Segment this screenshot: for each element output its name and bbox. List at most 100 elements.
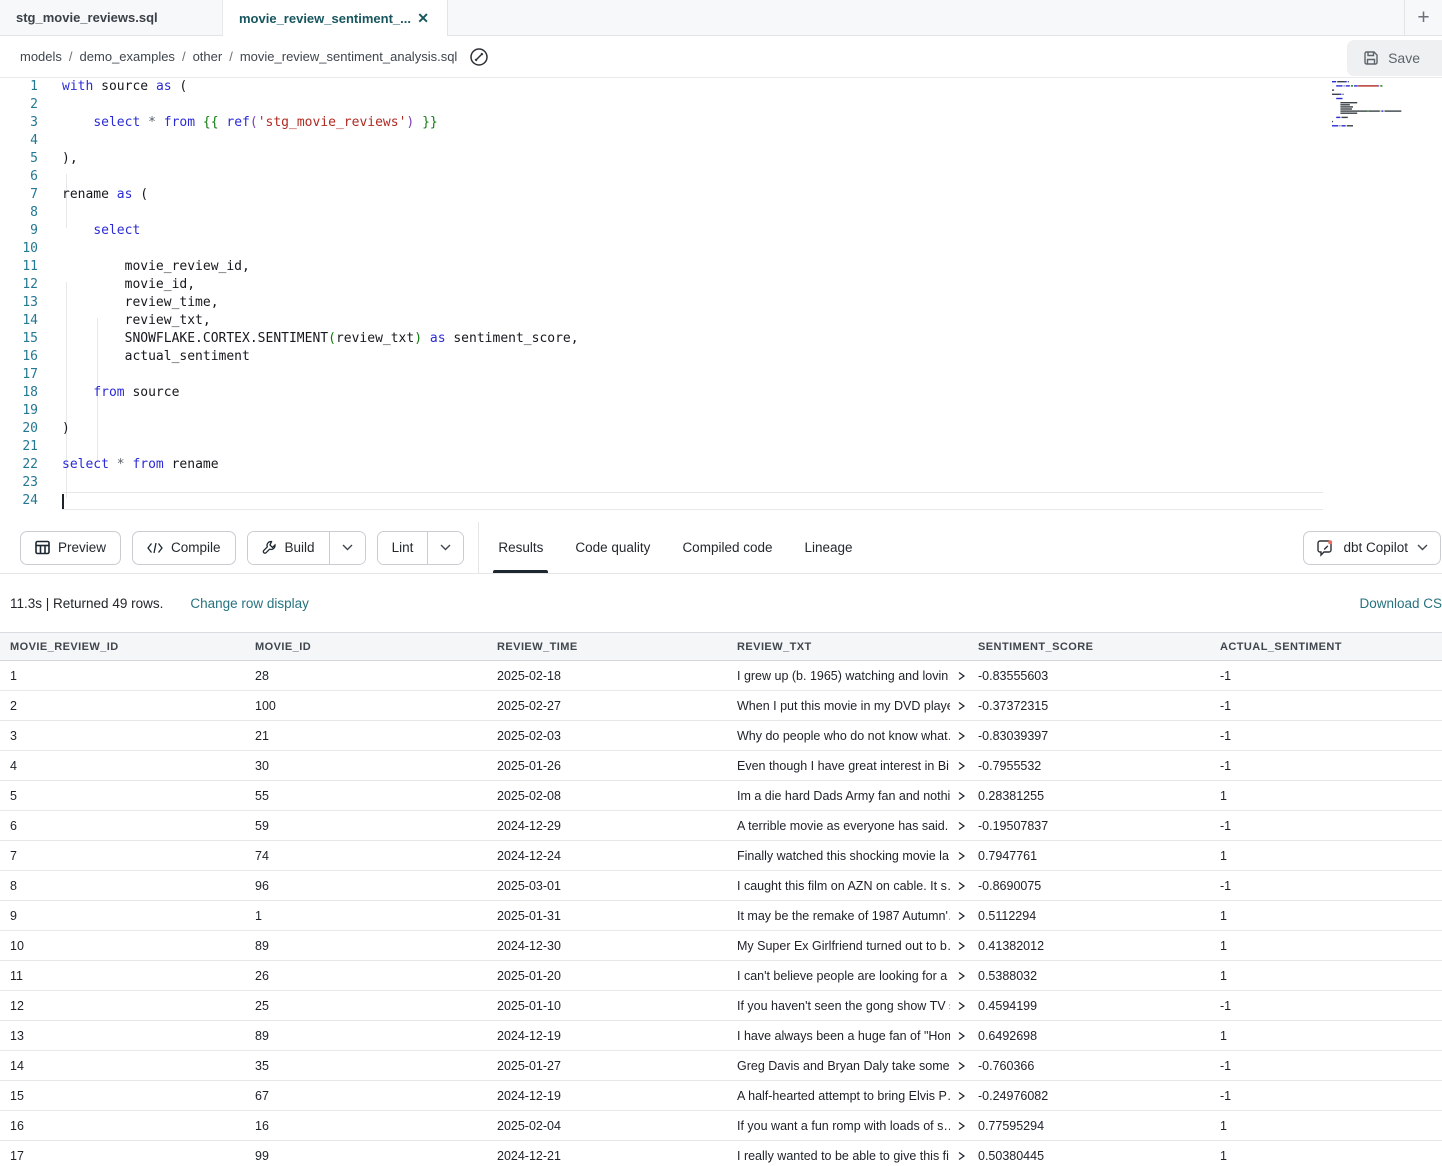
expand-cell-icon[interactable] xyxy=(957,1031,966,1041)
code-line[interactable]: from source xyxy=(62,384,579,402)
tab-lineage[interactable]: Lineage xyxy=(789,522,869,573)
preview-button[interactable]: Preview xyxy=(20,531,121,565)
close-tab-icon[interactable]: ✕ xyxy=(415,11,431,25)
expand-cell-icon[interactable] xyxy=(957,1121,966,1131)
code-line[interactable]: SNOWFLAKE.CORTEX.SENTIMENT(review_txt) a… xyxy=(62,330,579,348)
expand-cell-icon[interactable] xyxy=(957,911,966,921)
cell: 2 xyxy=(0,691,245,721)
code-line[interactable] xyxy=(62,132,579,150)
cell: -1 xyxy=(1210,1051,1442,1081)
code-line[interactable]: with source as ( xyxy=(62,78,579,96)
code-line[interactable] xyxy=(62,168,579,186)
code-line[interactable] xyxy=(62,402,579,420)
cell: 2024-12-24 xyxy=(487,841,727,871)
new-tab-button[interactable]: + xyxy=(1404,0,1442,35)
code-line[interactable]: select * from {{ ref('stg_movie_reviews'… xyxy=(62,114,579,132)
tab-compiled-code[interactable]: Compiled code xyxy=(666,522,788,573)
tab-stg-movie-reviews[interactable]: stg_movie_reviews.sql xyxy=(0,0,223,35)
code-line[interactable]: rename as ( xyxy=(62,186,579,204)
line-number: 14 xyxy=(0,312,38,330)
cell: 0.77595294 xyxy=(968,1111,1210,1141)
lint-dropdown-button[interactable] xyxy=(427,532,463,564)
tab-results[interactable]: Results xyxy=(482,522,559,573)
editor-minimap[interactable] xyxy=(1330,78,1406,132)
cell: 2025-02-27 xyxy=(487,691,727,721)
compile-button[interactable]: Compile xyxy=(132,531,236,565)
code-line[interactable] xyxy=(62,492,579,510)
cell-review-txt: When I put this movie in my DVD playe… xyxy=(727,691,968,721)
cell: 0.5388032 xyxy=(968,961,1210,991)
dbt-copilot-button[interactable]: dbt Copilot xyxy=(1303,531,1441,565)
expand-cell-icon[interactable] xyxy=(957,731,966,741)
expand-cell-icon[interactable] xyxy=(957,701,966,711)
review-text: If you want a fun romp with loads of s… xyxy=(737,1119,950,1133)
table-row: 21002025-02-27When I put this movie in m… xyxy=(0,691,1442,721)
code-line[interactable]: ), xyxy=(62,150,579,168)
table-row: 5552025-02-08Im a die hard Dads Army fan… xyxy=(0,781,1442,811)
expand-cell-icon[interactable] xyxy=(957,791,966,801)
line-number: 24 xyxy=(0,492,38,510)
breadcrumb-segment: other xyxy=(193,49,223,64)
cell: 2025-01-27 xyxy=(487,1051,727,1081)
code-line[interactable] xyxy=(62,474,579,492)
expand-cell-icon[interactable] xyxy=(957,821,966,831)
code-line[interactable]: ) xyxy=(62,420,579,438)
line-number: 3 xyxy=(0,114,38,132)
code-line[interactable]: movie_id, xyxy=(62,276,579,294)
cell: 99 xyxy=(245,1141,487,1166)
cell: 13 xyxy=(0,1021,245,1051)
cell: 2025-03-01 xyxy=(487,871,727,901)
expand-cell-icon[interactable] xyxy=(957,881,966,891)
code-line[interactable]: select xyxy=(62,222,579,240)
line-number: 21 xyxy=(0,438,38,456)
expand-cell-icon[interactable] xyxy=(957,1001,966,1011)
cell: -0.24976082 xyxy=(968,1081,1210,1111)
line-number: 7 xyxy=(0,186,38,204)
cell: -1 xyxy=(1210,811,1442,841)
expand-cell-icon[interactable] xyxy=(957,671,966,681)
code-line[interactable] xyxy=(62,204,579,222)
expand-cell-icon[interactable] xyxy=(957,941,966,951)
expand-cell-icon[interactable] xyxy=(957,1151,966,1161)
save-button[interactable]: Save xyxy=(1347,40,1442,76)
code-line[interactable]: actual_sentiment xyxy=(62,348,579,366)
cell: 2025-02-04 xyxy=(487,1111,727,1141)
plus-icon: + xyxy=(1417,6,1429,30)
code-line[interactable] xyxy=(62,366,579,384)
line-number-gutter: 123456789101112131415161718192021222324 xyxy=(0,78,38,510)
cell: 1 xyxy=(1210,931,1442,961)
expand-cell-icon[interactable] xyxy=(957,971,966,981)
cell: 30 xyxy=(245,751,487,781)
code-line[interactable] xyxy=(62,438,579,456)
lint-label: Lint xyxy=(392,540,414,555)
cell-review-txt: I really wanted to be able to give this … xyxy=(727,1141,968,1166)
cell: 10 xyxy=(0,931,245,961)
cell: -0.760366 xyxy=(968,1051,1210,1081)
code-line[interactable]: review_time, xyxy=(62,294,579,312)
expand-cell-icon[interactable] xyxy=(957,761,966,771)
expand-cell-icon[interactable] xyxy=(957,1091,966,1101)
review-text: I caught this film on AZN on cable. It s… xyxy=(737,879,950,893)
copilot-badge-icon[interactable] xyxy=(469,47,489,67)
cell: -1 xyxy=(1210,991,1442,1021)
tab-code-quality[interactable]: Code quality xyxy=(559,522,666,573)
build-split-button: Build xyxy=(247,531,366,565)
code-line[interactable]: review_txt, xyxy=(62,312,579,330)
cell: 1 xyxy=(245,901,487,931)
col-header-movie-review-id: MOVIE_REVIEW_ID xyxy=(0,633,245,661)
code-line[interactable]: select * from rename xyxy=(62,456,579,474)
cell: -1 xyxy=(1210,691,1442,721)
code-line[interactable] xyxy=(62,240,579,258)
build-button[interactable]: Build xyxy=(248,532,329,564)
download-csv-link[interactable]: Download CSV xyxy=(1359,596,1442,611)
code-line[interactable] xyxy=(62,96,579,114)
cell: 1 xyxy=(1210,841,1442,871)
code-editor[interactable]: 123456789101112131415161718192021222324 … xyxy=(0,78,1442,522)
tab-movie-review-sentiment[interactable]: movie_review_sentiment_... ✕ xyxy=(223,0,448,36)
expand-cell-icon[interactable] xyxy=(957,1061,966,1071)
build-dropdown-button[interactable] xyxy=(329,532,365,564)
lint-button[interactable]: Lint xyxy=(378,532,428,564)
expand-cell-icon[interactable] xyxy=(957,851,966,861)
change-row-display-link[interactable]: Change row display xyxy=(190,596,309,611)
code-line[interactable]: movie_review_id, xyxy=(62,258,579,276)
